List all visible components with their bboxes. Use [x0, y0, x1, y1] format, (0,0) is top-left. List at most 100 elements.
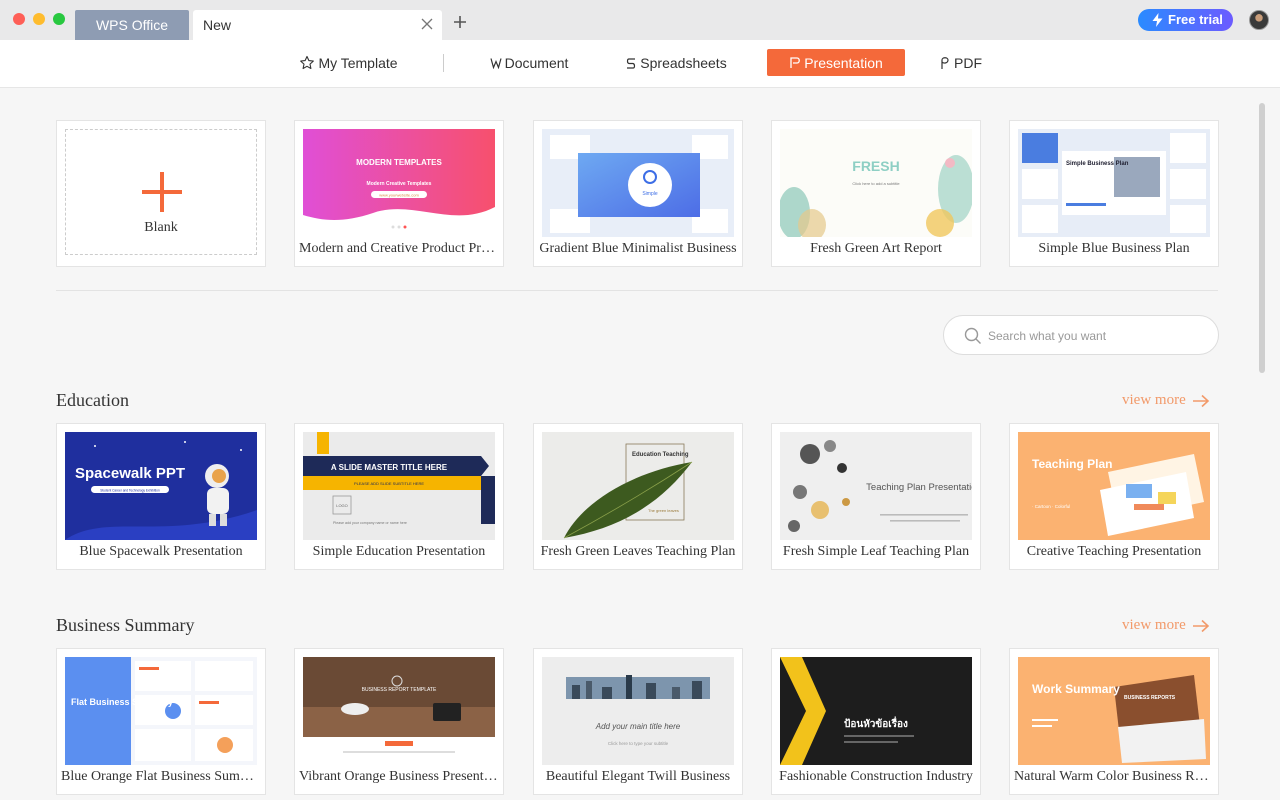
template-card[interactable]: Education Teaching The green leaves Fres…	[533, 423, 743, 570]
tab-my-template[interactable]: My Template	[297, 49, 400, 77]
template-card[interactable]: BUSINESS REPORTS Work Summary Natural Wa…	[1009, 648, 1219, 795]
section-title-business-summary: Business Summary	[56, 615, 195, 635]
blank-label: Blank	[144, 220, 178, 235]
new-tab-plus-icon[interactable]	[452, 14, 468, 30]
template-card[interactable]: A SLIDE MASTER TITLE HERE PLEASE ADD SLI…	[294, 423, 504, 570]
template-thumbnail: MODERN TEMPLATES Modern Creative Templat…	[303, 129, 495, 237]
template-title: Creative Teaching Presentation	[1026, 544, 1202, 559]
template-card[interactable]: Add your main title here Click here to t…	[533, 648, 743, 795]
template-thumbnail: Education Teaching The green leaves	[542, 432, 734, 540]
thumb-subtitle: BUSINESS REPORTS	[1124, 695, 1176, 701]
template-card[interactable]: Flat Business Summary Blue Orange Flat B…	[56, 648, 266, 795]
template-title: Vibrant Orange Business Presentation	[299, 769, 499, 784]
tab-spreadsheets[interactable]: Spreadsheets	[622, 49, 730, 77]
thumb-title: ป้อนหัวข้อเรื่อง	[844, 716, 908, 730]
thumb-title: Simple Business Plan	[1066, 161, 1129, 167]
template-thumbnail: FRESH Click here to add a subtitle	[780, 129, 972, 237]
tab-pdf-label: PDF	[954, 55, 982, 71]
section-divider	[56, 290, 1218, 291]
template-card[interactable]: ป้อนหัวข้อเรื่อง Fashionable Constructio…	[771, 648, 981, 795]
template-card[interactable]: Simple Business Plan Simple Blue Busines…	[1009, 120, 1219, 267]
arrow-right-icon	[1192, 394, 1209, 407]
tab-spreadsheets-label: Spreadsheets	[640, 55, 727, 71]
template-thumbnail: Simple Business Plan	[1018, 129, 1210, 237]
thumb-title: Education Teaching	[632, 452, 689, 458]
template-card[interactable]: Teaching Plan · Cartoon · Colorful Creat…	[1009, 423, 1219, 570]
thumb-subtitle: · Cartoon · Colorful	[1032, 504, 1070, 509]
tab-new[interactable]: New	[193, 10, 442, 40]
section-title-education: Education	[56, 390, 129, 410]
template-title: Fashionable Construction Industry	[779, 769, 973, 784]
thumb-title: BUSINESS REPORT TEMPLATE	[362, 687, 437, 693]
search-input[interactable]	[988, 326, 1198, 346]
template-card[interactable]: Spacewalk PPT Student Career and Technol…	[56, 423, 266, 570]
thumb-subtitle: The green leaves	[648, 508, 679, 513]
tab-presentation[interactable]: Presentation	[767, 49, 905, 76]
thumb-title: FRESH	[852, 158, 899, 174]
template-thumbnail: Teaching Plan · Cartoon · Colorful	[1018, 432, 1210, 540]
template-card[interactable]: Simple Gradient Blue Minimalist Business	[533, 120, 743, 267]
template-thumbnail: Add your main title here Click here to t…	[542, 657, 734, 765]
scrollbar-thumb[interactable]	[1259, 103, 1265, 373]
template-thumbnail: BUSINESS REPORTS Work Summary	[1018, 657, 1210, 765]
tab-document-label: Document	[504, 55, 569, 71]
template-card[interactable]: MODERN TEMPLATES Modern Creative Templat…	[294, 120, 504, 267]
pdf-icon	[941, 57, 949, 69]
thumb-title: Flat Business Summary	[71, 697, 173, 707]
thumb-subtitle: Click here to add a subtitle	[852, 181, 900, 186]
free-trial-label: Free trial	[1168, 12, 1223, 27]
minimize-window-button[interactable]	[33, 13, 45, 25]
thumb-subtitle: Modern Creative Templates	[367, 181, 432, 187]
presentation-p-icon	[790, 57, 801, 68]
template-card[interactable]: Teaching Plan Presentation Fresh Simple …	[771, 423, 981, 570]
star-icon	[300, 55, 315, 70]
template-title: Gradient Blue Minimalist Business	[539, 241, 737, 256]
thumb-logo-text: LOGO	[336, 503, 348, 508]
maximize-window-button[interactable]	[53, 13, 65, 25]
tab-pdf[interactable]: PDF	[938, 49, 983, 77]
wps-window: WPS Office New Free trial My Template Do…	[0, 0, 1280, 800]
template-card[interactable]: BUSINESS REPORT TEMPLATE Vibrant Orange …	[294, 648, 504, 795]
thumb-title: MODERN TEMPLATES	[356, 158, 442, 167]
thumb-subtitle: Click here to type your subtitle	[608, 741, 669, 746]
template-title: Simple Education Presentation	[312, 544, 486, 559]
nav-divider	[443, 54, 444, 72]
template-thumbnail: Teaching Plan Presentation	[780, 432, 972, 540]
close-window-button[interactable]	[13, 13, 25, 25]
template-thumbnail: Spacewalk PPT Student Career and Technol…	[65, 432, 257, 540]
thumb-title: Spacewalk PPT	[75, 465, 185, 482]
thumb-title: Simple	[642, 191, 658, 197]
thumb-title: Work Summary	[1032, 682, 1120, 696]
template-thumbnail: A SLIDE MASTER TITLE HERE PLEASE ADD SLI…	[303, 432, 495, 540]
search-icon	[964, 327, 981, 344]
blank-template-card[interactable]: Blank	[56, 120, 266, 267]
view-more-business-summary[interactable]: view more	[1122, 617, 1210, 634]
thumb-title: Teaching Plan	[1032, 457, 1112, 471]
search-box[interactable]	[943, 315, 1219, 355]
template-title: Natural Warm Color Business Report	[1014, 769, 1214, 784]
close-tab-icon[interactable]	[420, 10, 434, 40]
blank-dashed-frame: Blank	[65, 129, 257, 255]
template-thumbnail: BUSINESS REPORT TEMPLATE	[303, 657, 495, 765]
template-card[interactable]: FRESH Click here to add a subtitle Fresh…	[771, 120, 981, 267]
template-title: Blue Spacewalk Presentation	[79, 544, 243, 559]
template-thumbnail: Flat Business Summary	[65, 657, 257, 765]
view-more-education[interactable]: view more	[1122, 392, 1210, 409]
view-more-label: view more	[1122, 617, 1186, 633]
view-more-label: view more	[1122, 392, 1186, 408]
template-thumbnail: Simple	[542, 129, 734, 237]
template-title: Fresh Green Leaves Teaching Plan	[540, 544, 736, 559]
tab-wps-office[interactable]: WPS Office	[75, 10, 189, 40]
thumb-title: A SLIDE MASTER TITLE HERE	[331, 463, 448, 472]
lightning-icon	[1152, 13, 1163, 27]
free-trial-button[interactable]: Free trial	[1138, 9, 1233, 31]
tab-document[interactable]: Document	[486, 49, 572, 77]
thumb-title: Add your main title here	[595, 722, 681, 731]
tab-my-template-label: My Template	[318, 55, 398, 71]
thumb-subtitle: PLEASE ADD SLIDE SUBTITLE HERE	[354, 481, 424, 486]
user-avatar[interactable]	[1249, 10, 1269, 30]
thumb-subtitle: Student Career and Technology Exhibition	[100, 489, 160, 493]
template-title: Modern and Creative Product Presentation	[299, 241, 499, 256]
template-thumbnail: ป้อนหัวข้อเรื่อง	[780, 657, 972, 765]
template-title: Simple Blue Business Plan	[1038, 241, 1190, 256]
